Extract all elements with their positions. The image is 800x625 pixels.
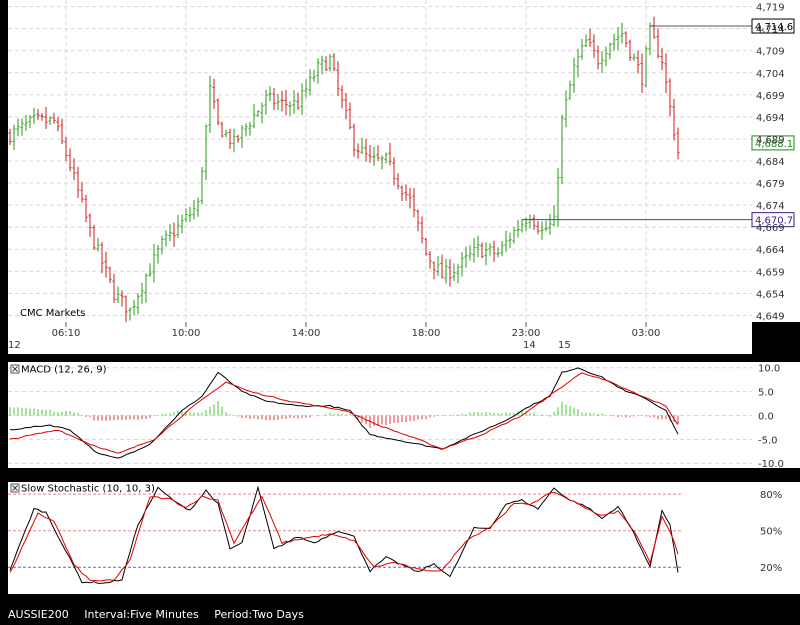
chart-footer: AUSSIE200 Interval:Five Minutes Period:T… (8, 608, 316, 621)
price-ytick-label: 4,654 (756, 289, 785, 300)
price-ytick-label: 4,674 (756, 201, 785, 212)
price-ytick-label: 4,694 (756, 113, 785, 124)
price-annotation: CMC Markets (20, 308, 85, 319)
price-ytick-label: 4,679 (756, 179, 785, 190)
macd-ytick-label: 5.0 (758, 388, 774, 399)
price-ytick-label: 4,689 (756, 135, 785, 146)
price-day-label: 12 (8, 340, 21, 351)
price-xtick-label: 23:00 (512, 328, 541, 339)
price-xtick-label: 18:00 (412, 328, 441, 339)
price-ytick-label: 4,649 (756, 311, 785, 322)
macd-ytick-label: -5.0 (758, 435, 778, 446)
price-ytick-label: 4,659 (756, 267, 785, 278)
macd-ytick-label: 10.0 (758, 364, 780, 375)
stoch-title: Slow Stochastic (10, 10, 3) (21, 484, 155, 495)
price-xtick-label: 10:00 (172, 328, 201, 339)
price-ytick-label: 4,719 (756, 3, 785, 14)
price-ytick-label: 4,669 (756, 223, 785, 234)
chart-area: 4,714.64,688.14,670.7 4,7194,7144,7094,7… (8, 0, 800, 594)
macd-ytick-label: 0.0 (758, 411, 774, 422)
stoch-ytick-label: 80% (760, 490, 782, 501)
price-xtick-label: 06:10 (52, 328, 81, 339)
footer-period: Period:Two Days (214, 608, 304, 621)
price-ytick-label: 4,699 (756, 91, 785, 102)
price-ytick-label: 4,664 (756, 245, 785, 256)
price-ytick-label: 4,714 (756, 25, 785, 36)
price-ytick-label: 4,704 (756, 69, 785, 80)
price-ytick-label: 4,684 (756, 157, 785, 168)
price-ytick-label: 4,709 (756, 47, 785, 58)
stoch-ytick-label: 50% (760, 527, 782, 538)
price-day-label: 15 (558, 340, 571, 351)
footer-symbol: AUSSIE200 (8, 608, 69, 621)
macd-title: MACD (12, 26, 9) (21, 365, 107, 376)
price-xtick-label: 03:00 (632, 328, 661, 339)
price-xtick-label: 14:00 (292, 328, 321, 339)
stoch-ytick-label: 20% (760, 563, 782, 574)
stoch-panel (8, 482, 752, 594)
price-day-label: 14 (523, 340, 536, 351)
macd-ytick-label: -10.0 (758, 459, 784, 470)
footer-interval: Interval:Five Minutes (84, 608, 199, 621)
